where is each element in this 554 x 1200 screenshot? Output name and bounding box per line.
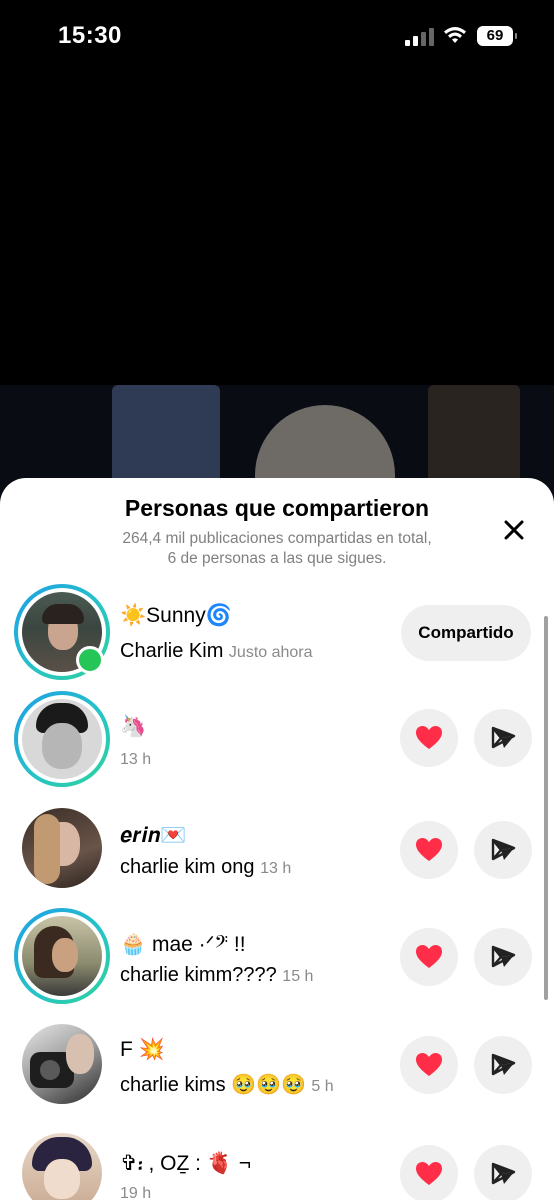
status-bar: 15:30 69 <box>0 0 554 80</box>
list-item[interactable]: ☀️Sunny🌀 Charlie Kim Justo ahora Compart… <box>0 584 554 684</box>
avatar[interactable] <box>14 908 110 1004</box>
like-button[interactable] <box>400 821 458 879</box>
share-time: Justo ahora <box>228 644 313 661</box>
video-player[interactable] <box>0 80 554 500</box>
like-button[interactable] <box>400 1145 458 1200</box>
send-button[interactable] <box>474 928 532 986</box>
avatar[interactable] <box>14 800 110 896</box>
list-item[interactable]: F 💥 charlie kims 🥹🥹🥹 5 h <box>0 1016 554 1116</box>
send-icon <box>491 1162 516 1185</box>
full-name: charlie kimm???? <box>120 964 277 986</box>
avatar[interactable] <box>14 1125 110 1200</box>
heart-icon <box>416 726 442 749</box>
username: 𝒆𝒓𝒊𝒏💌 <box>120 824 187 847</box>
sheet-subtitle: 264,4 mil publicaciones compartidas en t… <box>122 530 432 567</box>
list-item[interactable]: 🧁 mae ·ᐟ𝄢 !! charlie kimm???? 15 h <box>0 908 554 1008</box>
username: 🧁 mae ·ᐟ𝄢 !! <box>120 933 246 956</box>
full-name: Charlie Kim <box>120 640 224 662</box>
username: 🦄 <box>120 715 147 738</box>
list-item[interactable]: ✞᎓ , OẔ : 🫀 ¬ 19 h <box>0 1125 554 1200</box>
shares-sheet: Personas que compartieron 264,4 mil publ… <box>0 478 554 1200</box>
online-indicator <box>76 646 104 674</box>
heart-icon <box>416 1053 442 1076</box>
send-icon <box>491 1053 516 1076</box>
share-time: 5 h <box>311 1078 334 1095</box>
close-icon[interactable] <box>498 514 530 546</box>
share-time: 13 h <box>260 860 292 877</box>
send-button[interactable] <box>474 821 532 879</box>
like-button[interactable] <box>400 1036 458 1094</box>
username: ☀️Sunny🌀 <box>120 604 232 627</box>
heart-icon <box>416 1162 442 1185</box>
battery-indicator: 69 <box>477 26 517 46</box>
full-name: charlie kims 🥹🥹🥹 <box>120 1074 306 1096</box>
heart-icon <box>416 945 442 968</box>
share-time: 15 h <box>282 968 314 985</box>
send-button[interactable] <box>474 709 532 767</box>
send-icon <box>491 726 516 749</box>
list-item[interactable]: 𝒆𝒓𝒊𝒏💌 charlie kim ong 13 h <box>0 800 554 900</box>
like-button[interactable] <box>400 709 458 767</box>
full-name: charlie kim ong <box>120 856 255 878</box>
avatar[interactable] <box>14 1016 110 1112</box>
send-button[interactable] <box>474 1036 532 1094</box>
username: ✞᎓ , OẔ : 🫀 ¬ <box>120 1152 252 1175</box>
wifi-icon <box>444 27 466 43</box>
username: F 💥 <box>120 1038 165 1061</box>
like-button[interactable] <box>400 928 458 986</box>
status-time: 15:30 <box>58 22 122 49</box>
share-time: 19 h <box>120 1185 152 1200</box>
shared-button[interactable]: Compartido <box>401 605 531 661</box>
send-icon <box>491 838 516 861</box>
avatar[interactable] <box>14 584 110 680</box>
avatar[interactable] <box>14 691 110 787</box>
heart-icon <box>416 838 442 861</box>
send-icon <box>491 945 516 968</box>
signal-icon <box>405 28 435 46</box>
share-time: 13 h <box>120 751 152 768</box>
list-item[interactable]: 🦄 13 h <box>0 691 554 791</box>
sheet-title: Personas que compartieron <box>124 495 430 521</box>
send-button[interactable] <box>474 1145 532 1200</box>
